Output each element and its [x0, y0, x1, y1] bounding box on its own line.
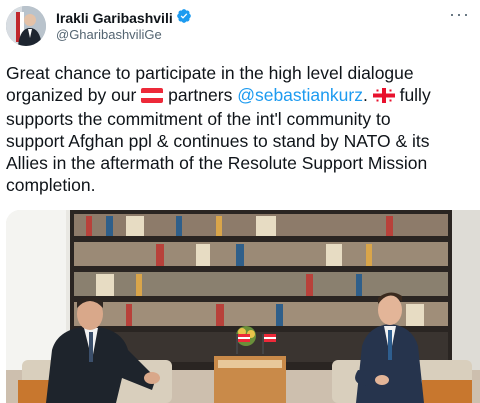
tweet-text: Great chance to participate in the high …: [6, 62, 476, 196]
tweet-text-segment: fully: [399, 85, 431, 105]
tweet-line-5: Allies in the aftermath of the Resolute …: [6, 153, 428, 173]
avatar[interactable]: [6, 6, 46, 46]
author-name[interactable]: Irakli Garibashvili: [56, 8, 192, 27]
tweet-text-segment: .: [362, 85, 368, 105]
tweet-line-1: Great chance to participate in the high …: [6, 63, 414, 83]
mention-link[interactable]: @sebastiankurz: [237, 85, 363, 105]
more-options-icon[interactable]: ···: [449, 4, 470, 25]
austria-flag-icon: [141, 86, 164, 108]
tweet-photo[interactable]: [6, 210, 480, 403]
verified-badge-icon: [176, 8, 192, 27]
tweet-text-segment: partners: [168, 85, 233, 105]
author-handle[interactable]: @GharibashviliGe: [56, 27, 162, 42]
tweet-line-3: supports the commitment of the int'l com…: [6, 109, 391, 129]
tweet-line-6: completion.: [6, 175, 96, 195]
tweet-line-2: organized by our partners @sebastiankurz…: [6, 84, 476, 108]
tweet-text-segment: organized by our: [6, 85, 137, 105]
author-name-text: Irakli Garibashvili: [56, 9, 173, 26]
tweet-line-4: support Afghan ppl & continues to stand …: [6, 131, 430, 151]
georgia-flag-icon: [372, 86, 395, 108]
